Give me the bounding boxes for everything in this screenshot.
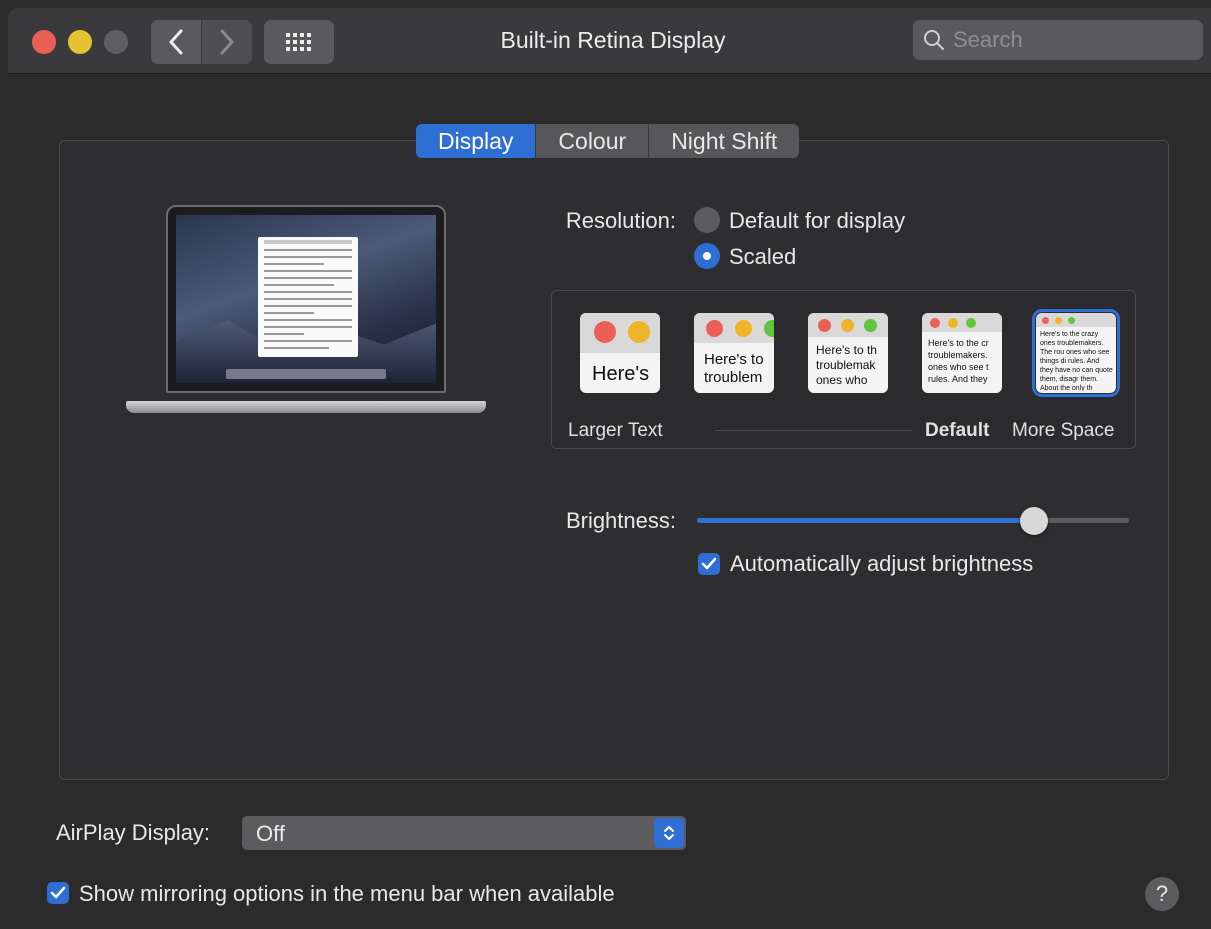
select-stepper-icon [654, 818, 684, 848]
tab-bar: Display Colour Night Shift [416, 124, 800, 158]
thumb-preview-text: Here's to the cr troublemakers. ones who… [928, 338, 989, 384]
search-icon [924, 30, 944, 50]
back-button[interactable] [151, 20, 201, 64]
chevron-left-icon [169, 29, 183, 55]
help-button[interactable]: ? [1145, 877, 1179, 911]
laptop-lid [166, 205, 446, 393]
airplay-display-label: AirPlay Display: [56, 820, 211, 845]
scale-option-3[interactable]: Here's to th troublemak ones who [808, 313, 888, 393]
grid-icon [286, 33, 311, 51]
airplay-display-select[interactable]: Off [242, 816, 686, 850]
chevron-right-icon [220, 29, 234, 55]
thumb-preview-text: Here's to troublem [704, 351, 764, 386]
tab-colour[interactable]: Colour [536, 124, 650, 158]
brightness-label: Brightness: [565, 508, 676, 533]
thumb-preview-text: Here's [592, 363, 650, 385]
search-field[interactable]: Search [913, 20, 1203, 60]
title-bar: Built-in Retina Display Search [8, 8, 1211, 74]
radio-default-for-display[interactable] [694, 207, 720, 233]
show-all-button[interactable] [264, 20, 334, 64]
tab-night-shift[interactable]: Night Shift [649, 124, 799, 158]
larger-text-label: Larger Text [568, 420, 663, 441]
auto-brightness-checkbox[interactable] [698, 553, 720, 575]
auto-brightness-label[interactable]: Automatically adjust brightness [730, 551, 1033, 577]
default-label: Default [925, 420, 990, 441]
dock [226, 369, 386, 379]
macbook-illustration [126, 205, 486, 420]
airplay-display-value: Off [256, 821, 285, 846]
close-window-button[interactable] [32, 30, 56, 54]
brightness-slider-knob[interactable] [1019, 507, 1048, 535]
show-mirroring-label[interactable]: Show mirroring options in the menu bar w… [79, 881, 615, 907]
resolution-label: Resolution: [565, 208, 676, 233]
more-space-label: More Space [1012, 420, 1115, 441]
search-placeholder: Search [953, 27, 1023, 52]
scale-option-more-space[interactable]: Here's to the crazy ones troublemakers. … [1032, 309, 1120, 397]
brightness-slider-fill [697, 518, 1034, 523]
tab-display[interactable]: Display [416, 124, 537, 158]
window-title: Built-in Retina Display [500, 27, 726, 53]
thumb-preview-text: Here's to th troublemak ones who [816, 343, 877, 387]
scale-divider-line [715, 430, 912, 431]
document-window [258, 237, 358, 357]
brightness-slider[interactable] [697, 518, 1129, 523]
scale-option-2[interactable]: Here's to troublem [694, 313, 774, 393]
minimize-window-button[interactable] [68, 30, 92, 54]
forward-button[interactable] [202, 20, 252, 64]
checkmark-icon [50, 886, 66, 899]
scaled-label[interactable]: Scaled [729, 244, 796, 270]
zoom-window-button[interactable] [104, 30, 128, 54]
default-for-display-label[interactable]: Default for display [729, 208, 905, 234]
radio-scaled[interactable] [694, 243, 720, 269]
show-mirroring-checkbox[interactable] [47, 882, 69, 904]
laptop-base [126, 401, 486, 413]
thumb-preview-text: Here's to the crazy ones troublemakers. … [1040, 331, 1113, 391]
laptop-screen [176, 215, 436, 383]
scale-option-larger-text[interactable]: Here's [580, 313, 660, 393]
checkmark-icon [701, 557, 717, 570]
scale-option-default[interactable]: Here's to the cr troublemakers. ones who… [922, 313, 1002, 393]
